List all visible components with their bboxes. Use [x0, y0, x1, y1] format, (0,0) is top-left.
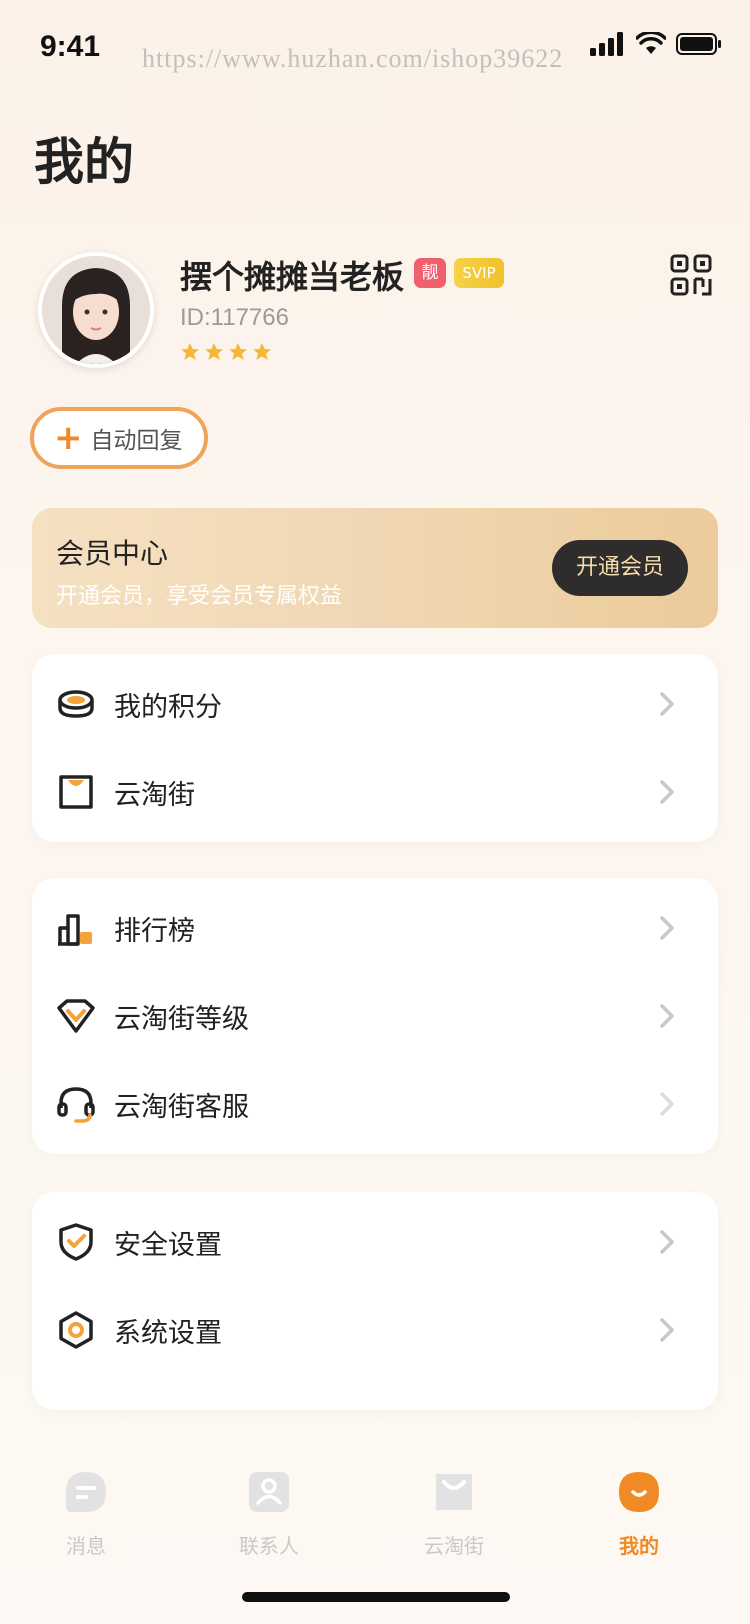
auto-reply-label: 自动回复 [90, 428, 183, 454]
menu-card-2: 排行榜 云淘街等级 云淘街客服 [32, 878, 718, 1154]
watermark: https://www.huzhan.com/ishop39622 [142, 44, 564, 73]
menu-item-customer-service[interactable]: 云淘街客服 [32, 1060, 718, 1148]
chevron-right-icon [660, 780, 674, 804]
tab-label: 云淘街 [424, 1534, 484, 1558]
avatar-image [42, 256, 150, 364]
profile-icon [619, 1472, 659, 1512]
user-id: ID:117766 [180, 304, 289, 331]
menu-item-label: 安全设置 [114, 1229, 222, 1261]
profile-header: 摆个摊摊当老板 靓 SVIP ID:117766 [38, 252, 718, 372]
shop-bag-icon [59, 775, 93, 809]
menu-item-points[interactable]: 我的积分 [32, 660, 718, 748]
plus-icon: + [54, 418, 83, 458]
menu-card-1: 我的积分 云淘街 [32, 654, 718, 842]
star-icon [253, 343, 271, 360]
tab-label: 消息 [66, 1534, 106, 1558]
liang-badge: 靓 [414, 258, 446, 288]
qr-code-icon[interactable] [670, 254, 712, 296]
menu-card-3: 安全设置 系统设置 [32, 1192, 718, 1410]
wifi-icon [636, 32, 666, 54]
star-rating [180, 342, 272, 362]
auto-reply-button[interactable]: + 自动回复 [30, 407, 208, 469]
open-vip-button[interactable]: 开通会员 [552, 540, 688, 596]
page-title: 我的 [34, 133, 134, 191]
tab-contacts[interactable]: 联系人 [214, 1470, 324, 1559]
tab-yuntaojie[interactable]: 云淘街 [399, 1470, 509, 1559]
chevron-right-icon [660, 1004, 674, 1028]
vip-title: 会员中心 [56, 537, 169, 570]
battery-icon [676, 33, 721, 55]
menu-item-label: 云淘街客服 [114, 1091, 249, 1123]
star-icon [205, 343, 223, 360]
menu-item-label: 系统设置 [114, 1317, 222, 1349]
tab-label: 我的 [619, 1534, 659, 1558]
menu-item-system-settings[interactable]: 系统设置 [32, 1286, 718, 1374]
avatar[interactable] [38, 252, 154, 368]
star-icon [229, 343, 247, 360]
menu-item-yuntaojie[interactable]: 云淘街 [32, 748, 718, 836]
menu-item-level[interactable]: 云淘街等级 [32, 972, 718, 1060]
home-indicator [242, 1592, 510, 1602]
tab-messages[interactable]: 消息 [31, 1470, 141, 1559]
menu-item-label: 云淘街等级 [114, 1003, 249, 1035]
chevron-right-icon [660, 1230, 674, 1254]
menu-item-label: 云淘街 [114, 779, 195, 811]
chevron-right-icon [660, 1318, 674, 1342]
contacts-icon [249, 1472, 289, 1512]
coin-icon [58, 690, 94, 718]
chevron-right-icon [660, 1092, 674, 1116]
shield-icon [59, 1223, 93, 1261]
username: 摆个摊摊当老板 [180, 258, 405, 296]
menu-item-label: 排行榜 [114, 915, 195, 947]
status-time: 9:41 [40, 30, 101, 63]
tab-label: 联系人 [239, 1534, 299, 1558]
chevron-right-icon [660, 916, 674, 940]
tab-mine[interactable]: 我的 [584, 1470, 694, 1559]
shop-bag-icon [436, 1474, 472, 1510]
menu-item-label: 我的积分 [114, 691, 222, 723]
vip-subtitle: 开通会员，享受会员专属权益 [56, 584, 343, 609]
headset-icon [57, 1087, 95, 1123]
svip-badge: SVIP [454, 258, 504, 288]
chevron-right-icon [660, 692, 674, 716]
menu-item-security[interactable]: 安全设置 [32, 1198, 718, 1286]
diamond-icon [57, 999, 95, 1033]
star-icon [181, 343, 199, 360]
menu-item-ranking[interactable]: 排行榜 [32, 884, 718, 972]
signal-icon [590, 32, 623, 56]
vip-center-card[interactable]: 会员中心 开通会员，享受会员专属权益 开通会员 [32, 508, 718, 628]
settings-hex-icon [59, 1311, 93, 1349]
message-icon [66, 1472, 106, 1512]
ranking-icon [58, 914, 92, 946]
status-icons [590, 32, 722, 56]
tab-bar: 消息 联系人 云淘街 我的 [0, 1456, 750, 1576]
